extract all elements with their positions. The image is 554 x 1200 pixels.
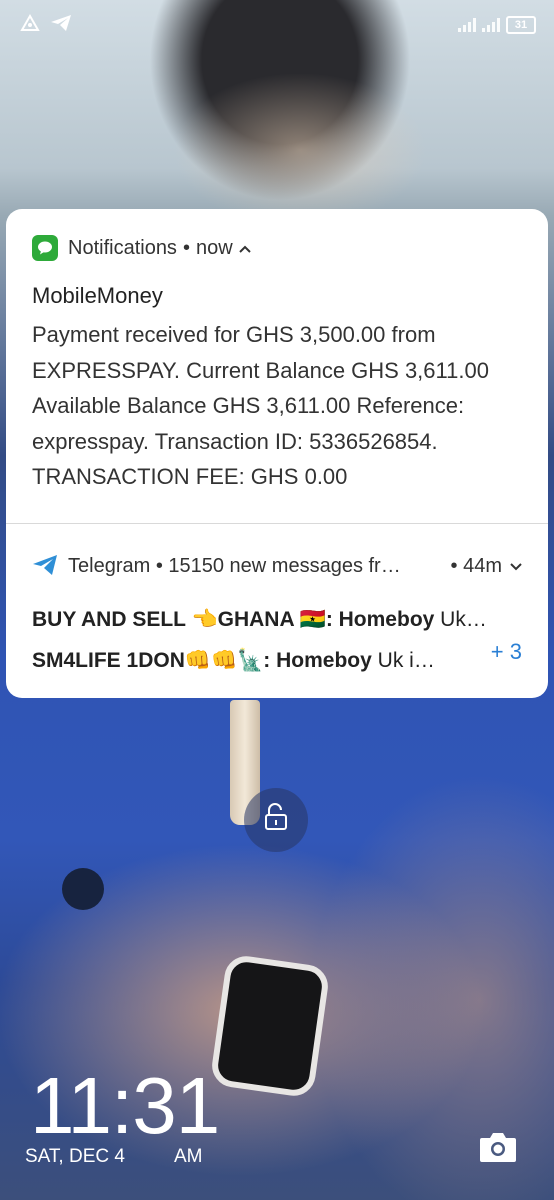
lock-icon bbox=[259, 801, 293, 840]
notification-app-name: Notifications bbox=[68, 236, 177, 259]
message-sender: BUY AND SELL 👈GHANA 🇬🇭: Homeboy bbox=[32, 608, 435, 631]
notification-time: • 44m bbox=[450, 554, 502, 577]
notification-title: MobileMoney bbox=[32, 283, 163, 308]
camera-shortcut-icon[interactable] bbox=[478, 1130, 518, 1164]
more-messages-count[interactable]: + 3 bbox=[491, 639, 522, 665]
notification-header: Telegram • 15150 new messages fr… • 44m bbox=[32, 554, 522, 578]
mobilemoney-notification[interactable]: Notifications • now MobileMoney Payment … bbox=[6, 209, 548, 523]
telegram-notification[interactable]: Telegram • 15150 new messages fr… • 44m … bbox=[6, 524, 548, 698]
chevron-up-icon[interactable] bbox=[238, 240, 251, 257]
wallpaper-button-decoration bbox=[62, 868, 104, 910]
lockscreen-date: SAT, DEC 4 bbox=[25, 1146, 125, 1167]
telegram-send-icon bbox=[50, 14, 72, 37]
nav-delta-icon bbox=[20, 13, 40, 37]
signal-strength-icon bbox=[458, 18, 476, 32]
body-line: Payment received for GHS 3,500.00 from bbox=[32, 322, 436, 347]
header-separator: • bbox=[182, 236, 190, 259]
telegram-header-text: Telegram • 15150 new messages fr… bbox=[68, 554, 401, 577]
body-line: expresspay. Transaction ID: 5336526854. bbox=[32, 428, 438, 454]
notification-card: Notifications • now MobileMoney Payment … bbox=[6, 209, 548, 698]
notification-header: Notifications • now bbox=[32, 235, 251, 261]
unlock-button[interactable] bbox=[244, 788, 308, 852]
message-text: Uk i… bbox=[371, 649, 435, 672]
telegram-icon bbox=[32, 554, 58, 578]
signal-strength-icon-2 bbox=[482, 18, 500, 32]
message-text: Uk… bbox=[434, 608, 487, 631]
messages-icon bbox=[32, 235, 58, 261]
body-line: Available Balance GHS 3,611.00 Reference… bbox=[32, 393, 465, 418]
body-line: TRANSACTION FEE: GHS 0.00 bbox=[32, 464, 348, 489]
battery-icon: 31 bbox=[506, 16, 536, 34]
lockscreen-ampm: AM bbox=[174, 1146, 203, 1167]
message-line: SM4LIFE 1DON👊👊🗽: Homeboy Uk i… bbox=[32, 649, 435, 673]
chevron-down-icon[interactable] bbox=[510, 558, 522, 575]
notification-time: now bbox=[195, 236, 233, 259]
lockscreen-clock: 11:31 bbox=[30, 1061, 220, 1150]
message-line: BUY AND SELL 👈GHANA 🇬🇭: Homeboy Uk… bbox=[32, 608, 487, 632]
wallpaper-watch-decoration bbox=[209, 953, 331, 1099]
status-bar: 31 bbox=[0, 0, 554, 52]
body-line: EXPRESSPAY. Current Balance GHS 3,611.00 bbox=[32, 357, 489, 383]
message-sender: SM4LIFE 1DON👊👊🗽: Homeboy bbox=[32, 649, 372, 672]
notification-body: Payment received for GHS 3,500.00 from E… bbox=[32, 317, 532, 495]
